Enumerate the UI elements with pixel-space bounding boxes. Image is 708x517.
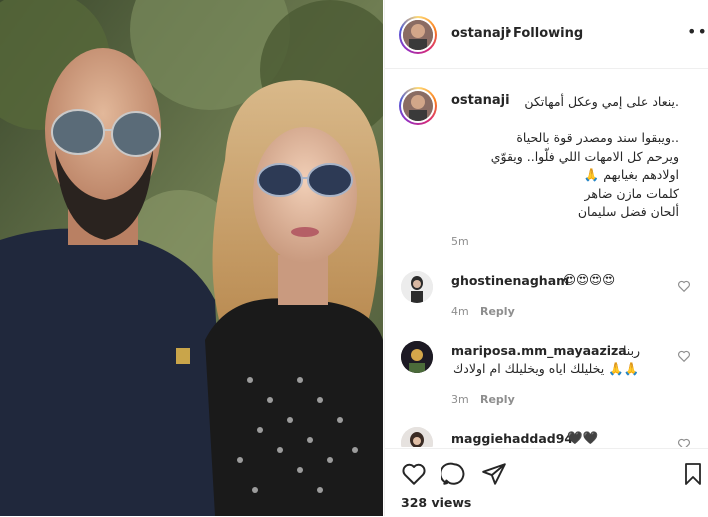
comments-section[interactable]: ostanaji .ينعاد على إمي وعكل أمهاتكن ..و… [385, 69, 708, 447]
comment-text-line-2: 🙏🙏 يخليلك اياه ويخليلك ام اولادك [453, 361, 640, 376]
caption-line-5: كلمات مازن ضاهر [584, 186, 679, 201]
avatar-image-icon [401, 271, 433, 303]
avatar-image-icon [403, 20, 433, 50]
caption-avatar[interactable] [403, 91, 433, 121]
caption-timestamp[interactable]: 5m [451, 235, 469, 248]
caption-line-4: اولادهم بغيابهم 🙏 [583, 167, 679, 182]
comment-like-heart-icon[interactable] [677, 437, 691, 447]
caption-line-2: ..ويبقوا سند ومصدر قوة بالحياة [516, 130, 679, 145]
post-photo[interactable] [0, 0, 383, 516]
more-options-icon[interactable]: ••• [687, 22, 708, 41]
avatar-image-icon [401, 427, 433, 447]
comment-icon[interactable] [441, 461, 467, 487]
reply-button[interactable]: Reply [480, 305, 515, 318]
bookmark-icon[interactable] [681, 461, 705, 487]
avatar-image-icon [403, 91, 433, 121]
reply-button[interactable]: Reply [480, 393, 515, 406]
comment-text: 😍😍😍😍 [563, 272, 616, 287]
heart-icon[interactable] [401, 461, 427, 487]
comment-username[interactable]: mariposa.mm_mayaaziza [451, 343, 627, 358]
post-details-pane: ostanaji • Following ••• ostanaji .ينعاد… [384, 0, 708, 516]
caption-username[interactable]: ostanaji [451, 93, 510, 108]
avatar[interactable] [403, 20, 433, 50]
views-count[interactable]: 328 views [401, 495, 471, 510]
photo-illustration [0, 0, 383, 516]
comment-like-heart-icon[interactable] [677, 349, 691, 363]
share-icon[interactable] [481, 461, 507, 487]
post-actions-bar: 328 views [385, 448, 708, 517]
commenter-avatar[interactable] [401, 427, 433, 447]
comment-timestamp[interactable]: 3m [451, 393, 469, 406]
comment-text: 🖤🖤 [567, 430, 599, 445]
comment-username[interactable]: maggiehaddad94 [451, 431, 573, 446]
caption-line-3: ويرحم كل الامهات اللي فلّوا.. ويقوّي [490, 149, 679, 164]
avatar-image-icon [401, 341, 433, 373]
commenter-avatar[interactable] [401, 271, 433, 303]
caption-story-ring[interactable] [399, 87, 437, 125]
separator-dot: • [505, 25, 513, 40]
comment-username[interactable]: ghostinenagham [451, 273, 569, 288]
following-button[interactable]: Following [513, 26, 583, 41]
caption-line-1: .ينعاد على إمي وعكل أمهاتكن [524, 94, 679, 109]
comment-text: ربنا [623, 343, 641, 358]
comment-like-heart-icon[interactable] [677, 279, 691, 293]
caption-line-6: ألحان فضل سليمان [577, 204, 679, 219]
commenter-avatar[interactable] [401, 341, 433, 373]
post-header: ostanaji • Following ••• [385, 0, 708, 69]
header-username[interactable]: ostanaji [451, 26, 510, 41]
story-ring[interactable] [399, 16, 437, 54]
comment-timestamp[interactable]: 4m [451, 305, 469, 318]
